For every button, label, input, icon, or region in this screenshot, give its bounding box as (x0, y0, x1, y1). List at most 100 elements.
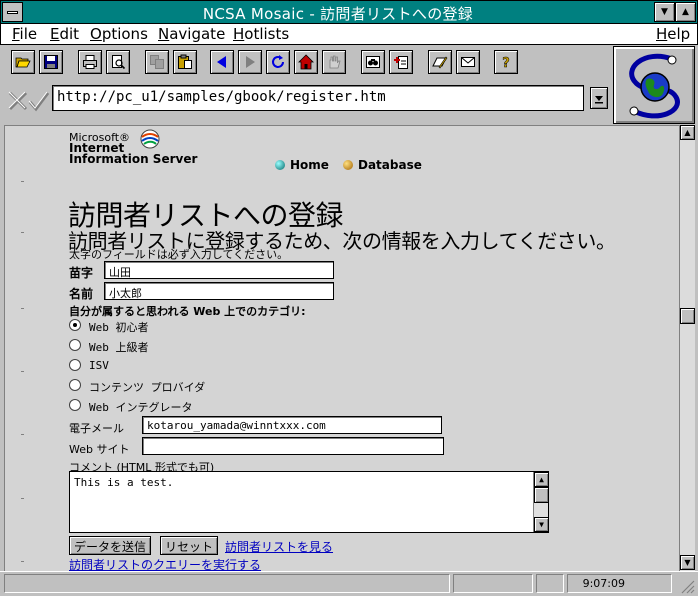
help-button[interactable]: ? (494, 50, 518, 74)
comment-scroll-up-button[interactable]: ▲ (534, 472, 549, 487)
margin-mark (21, 308, 24, 309)
open-button[interactable] (11, 50, 35, 74)
url-history-dropdown[interactable] (590, 87, 608, 109)
mosaic-logo (613, 46, 695, 124)
home-button[interactable] (294, 50, 318, 74)
comment-scroll-down-button[interactable]: ▼ (534, 517, 549, 532)
category-radio-advanced[interactable] (69, 339, 81, 351)
mail-button[interactable] (456, 50, 480, 74)
category-radio-beginner[interactable] (69, 319, 81, 331)
paste-button[interactable] (173, 50, 197, 74)
home-icon (298, 54, 314, 70)
forward-arrow-icon (246, 56, 255, 68)
scroll-down-button[interactable]: ▼ (680, 555, 695, 570)
menu-file[interactable]: File (12, 25, 37, 43)
scroll-thumb[interactable] (680, 308, 695, 324)
home-ball-icon (275, 160, 285, 170)
pencil-note-icon (432, 56, 448, 69)
website-label: Web サイト (69, 443, 130, 456)
stop-button[interactable] (322, 50, 346, 74)
back-button[interactable] (210, 50, 234, 74)
category-label: 自分が属すると思われる Web 上でのカテゴリ: (69, 305, 306, 318)
clipboard-paste-icon (178, 54, 192, 69)
floppy-disk-icon (44, 55, 58, 69)
iis-globe-icon (140, 129, 160, 149)
menu-help[interactable]: Help (656, 25, 690, 43)
comment-scroll-thumb[interactable] (534, 487, 549, 503)
status-progress-pane (453, 574, 533, 593)
margin-mark (21, 181, 24, 182)
comment-textarea[interactable]: This is a test. ▲ ▼ (69, 471, 549, 533)
status-indicator-pane (536, 574, 564, 593)
url-input[interactable]: http://pc_u1/samples/gbook/register.htm (52, 85, 584, 111)
forward-button[interactable] (238, 50, 262, 74)
category-radio-isv[interactable] (69, 359, 81, 371)
website-input[interactable] (142, 437, 444, 455)
last-name-input[interactable]: 山田 (104, 261, 334, 279)
scroll-up-button[interactable]: ▲ (680, 125, 695, 140)
status-clock: 9:07:09 (567, 574, 672, 593)
print-button[interactable] (78, 50, 102, 74)
dropdown-arrow-icon (595, 96, 603, 104)
reload-button[interactable] (266, 50, 290, 74)
add-to-hotlist-button[interactable] (389, 50, 413, 74)
category-radio-content-provider[interactable] (69, 379, 81, 391)
email-label: 電子メール (69, 422, 124, 435)
comment-scrollbar[interactable]: ▲ ▼ (533, 472, 549, 532)
category-label-content-provider: コンテンツ プロバイダ (89, 381, 206, 394)
view-guest-list-link[interactable]: 訪問者リストを見る (225, 538, 333, 555)
svg-text:?: ? (502, 56, 510, 70)
margin-mark (21, 232, 24, 233)
binoculars-icon (366, 56, 380, 68)
nav-home-link[interactable]: Home (275, 158, 329, 172)
maximize-button[interactable]: ▲ (675, 2, 696, 22)
window-title: NCSA Mosaic - 訪問者リストへの登録 (202, 5, 474, 23)
copy-button[interactable] (145, 50, 169, 74)
save-button[interactable] (39, 50, 63, 74)
nav-database-link[interactable]: Database (343, 158, 422, 172)
category-radio-integrator[interactable] (69, 399, 81, 411)
submit-button[interactable]: データを送信 (69, 536, 152, 555)
email-input[interactable]: kotarou_yamada@winntxxx.com (142, 416, 442, 434)
reset-button[interactable]: リセット (160, 536, 219, 555)
menu-edit[interactable]: Edit (50, 25, 79, 43)
query-guest-list-link[interactable]: 訪問者リストのクエリーを実行する (69, 556, 261, 571)
mail-icon (461, 57, 475, 67)
database-ball-icon (343, 160, 353, 170)
printer-icon (83, 55, 97, 69)
accept-check-icon[interactable] (28, 90, 50, 112)
annotate-button[interactable] (428, 50, 452, 74)
category-label-beginner: Web 初心者 (89, 321, 149, 334)
category-label-integrator: Web インテグレータ (89, 401, 193, 414)
resize-grip-icon[interactable] (679, 578, 695, 594)
comment-text: This is a test. (74, 476, 174, 489)
cancel-x-icon[interactable] (7, 90, 29, 112)
menu-bar: File Edit Options Navigate Hotlists Help (0, 24, 698, 45)
title-bar[interactable]: NCSA Mosaic - 訪問者リストへの登録 ▼ ▲ (0, 0, 698, 24)
reload-icon (272, 55, 284, 68)
document-view[interactable]: Microsoft® Internet Information Server H… (4, 125, 679, 571)
status-message-pane (4, 574, 450, 593)
menu-options[interactable]: Options (90, 25, 148, 43)
print-preview-icon (112, 55, 126, 70)
page-scrollbar[interactable]: ▲ ▼ (679, 125, 695, 571)
iis-logo: Microsoft® Internet Information Server (69, 129, 198, 166)
category-label-advanced: Web 上級者 (89, 341, 149, 354)
margin-mark (21, 434, 24, 435)
category-label-isv: ISV (89, 359, 109, 372)
find-button[interactable] (361, 50, 385, 74)
last-name-label: 苗字 (69, 266, 94, 280)
copy-icon (150, 55, 164, 69)
margin-mark (21, 498, 24, 499)
question-mark-icon: ? (502, 56, 510, 70)
first-name-input[interactable]: 小太郎 (104, 282, 334, 300)
logo-line-iis: Information Server (69, 152, 198, 166)
print-preview-button[interactable] (106, 50, 130, 74)
minimize-button[interactable]: ▼ (654, 2, 675, 22)
menu-navigate[interactable]: Navigate (158, 25, 225, 43)
system-menu-icon (7, 11, 18, 14)
system-menu-button[interactable] (2, 2, 23, 22)
back-arrow-icon (217, 56, 226, 68)
menu-hotlists[interactable]: Hotlists (233, 25, 289, 43)
required-note: 太字のフィールドは必ず入力してください。 (69, 248, 289, 261)
